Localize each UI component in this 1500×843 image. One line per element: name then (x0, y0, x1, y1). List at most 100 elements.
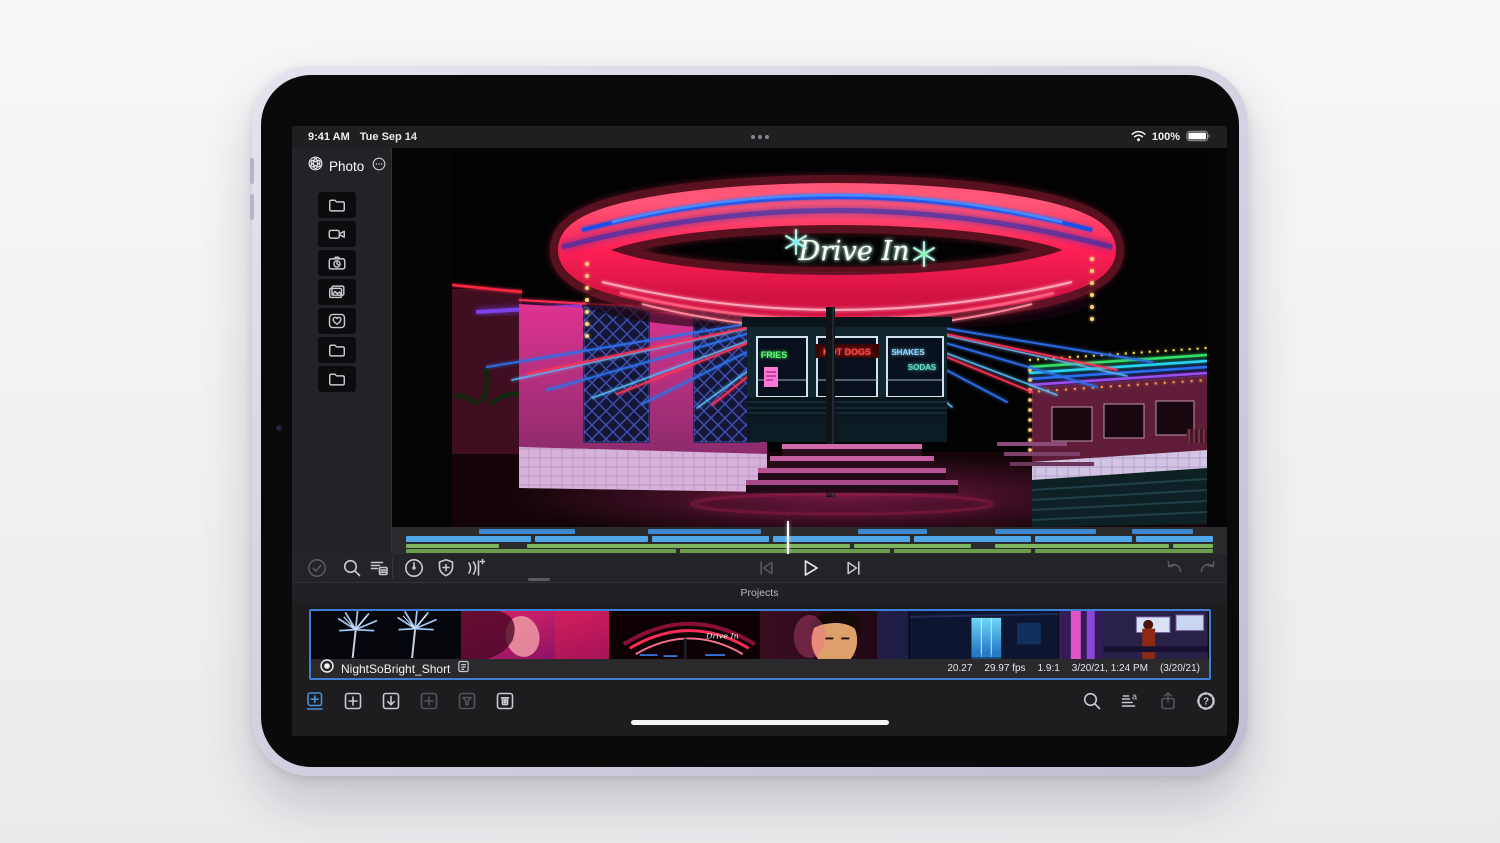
share-project-button[interactable] (1157, 690, 1179, 712)
timeline-clip-overlay-video[interactable] (995, 529, 1096, 534)
play-button[interactable] (799, 557, 821, 579)
status-date: Tue Sep 14 (359, 131, 418, 143)
library-title: Photo (329, 158, 365, 174)
add-to-timeline-button[interactable] (304, 690, 326, 712)
timeline-clip-main-video[interactable] (773, 536, 911, 542)
sidebar-item-all-photos-and[interactable] (307, 192, 391, 218)
albums-icon (318, 279, 356, 305)
battery-icon (1186, 130, 1211, 145)
ellipsis-circle-icon[interactable] (371, 156, 387, 177)
film-reel-icon (307, 155, 324, 177)
select-check-button[interactable] (306, 557, 328, 579)
sidebar-item-moments[interactable] (307, 250, 391, 276)
timeline-clip-audio-upper[interactable] (853, 544, 971, 548)
project-name: NightSoBright_Short (341, 661, 451, 676)
sidebar-item-albums[interactable] (307, 279, 391, 305)
timeline-clip-audio-upper[interactable] (1172, 544, 1213, 548)
sidebar-item-media-types[interactable] (307, 366, 391, 392)
project-thumbnail-blue-doorway[interactable] (909, 611, 1060, 659)
timeline-clip-audio-upper[interactable] (406, 544, 499, 548)
sidebar-item-favorites[interactable] (307, 308, 391, 334)
wifi-icon (1131, 130, 1146, 145)
timeline-clip-audio-lower[interactable] (680, 549, 891, 553)
help-settings-button[interactable]: ? (1195, 690, 1217, 712)
svg-text:Drive In: Drive In (705, 631, 739, 640)
project-thumbnail-portrait-closeup[interactable] (760, 611, 910, 659)
folder-icon (318, 366, 356, 392)
sort-library-button[interactable] (368, 557, 390, 579)
skip-forward-button[interactable] (843, 557, 865, 579)
import-project-button[interactable] (380, 690, 402, 712)
archive-project-button[interactable] (456, 690, 478, 712)
timeline-clip-audio-upper[interactable] (527, 544, 850, 548)
timeline-clip-main-video[interactable] (1136, 536, 1213, 542)
timeline-clip-audio-lower[interactable] (1035, 549, 1213, 553)
timeline-clip-overlay-video[interactable] (857, 529, 927, 534)
panel-resize-handle[interactable] (528, 578, 550, 581)
project-created-date: (3/20/21) (1159, 663, 1200, 674)
project-thumbnail-palm-trees[interactable] (311, 611, 461, 659)
home-indicator[interactable] (631, 720, 889, 725)
project-thumbnail-night-counter[interactable] (1059, 611, 1209, 659)
front-camera (276, 425, 283, 432)
undo-button[interactable] (1164, 557, 1186, 579)
timeline-strip[interactable] (392, 521, 1227, 554)
project-filmstrip: Drive In (311, 611, 1209, 659)
camera-icon (318, 250, 356, 276)
selected-project-cell[interactable]: Drive In NightSoBright_Short 20.27 29.97… (309, 609, 1211, 680)
timeline-clip-overlay-video[interactable] (1132, 529, 1193, 534)
clip-info-button[interactable] (403, 557, 425, 579)
search-library-button[interactable] (341, 557, 363, 579)
battery-percent: 100% (1151, 131, 1180, 143)
volume-up-button (250, 158, 254, 184)
toolbar-divider (392, 558, 393, 578)
video-camera-icon (318, 221, 356, 247)
radio-selected-icon[interactable] (320, 659, 334, 678)
library-sidebar: Photo (292, 148, 392, 554)
duplicate-project-button[interactable] (418, 690, 440, 712)
new-project-button[interactable] (342, 690, 364, 712)
audio-fade-add-button[interactable] (466, 557, 488, 579)
timeline-clip-overlay-video[interactable] (648, 529, 762, 534)
timeline-clip-audio-upper[interactable] (995, 544, 1169, 548)
timeline-clip-audio-lower[interactable] (894, 549, 1032, 553)
timeline-clip-main-video[interactable] (406, 536, 532, 542)
redo-button[interactable] (1196, 557, 1218, 579)
search-projects-button[interactable] (1081, 690, 1103, 712)
edit-toolbar (292, 554, 1227, 582)
project-modified-date: 3/20/21, 1:24 PM (1071, 663, 1148, 674)
projects-header: Projects (292, 582, 1227, 602)
timeline-clip-main-video[interactable] (914, 536, 1032, 542)
status-time: 9:41 AM (308, 131, 350, 143)
timeline-clip-main-video[interactable] (652, 536, 770, 542)
preview-image-drive-in: Drive In Drive In FRIES HOT DOGS SHAKES … (451, 152, 1208, 539)
project-fps: 29.97 fps (984, 663, 1026, 674)
project-title-row: NightSoBright_Short 20.27 29.97 fps 1.9:… (311, 659, 1209, 678)
multitask-dots-icon[interactable] (750, 135, 769, 139)
timeline-track-area[interactable] (406, 521, 1213, 554)
playhead[interactable] (786, 521, 789, 554)
timeline-clip-main-video[interactable] (535, 536, 649, 542)
sidebar-item-recently-added[interactable] (307, 337, 391, 363)
shield-plus-button[interactable] (435, 557, 457, 579)
skip-back-button[interactable] (755, 557, 777, 579)
sort-projects-button[interactable]: a (1119, 690, 1141, 712)
project-thumbnail-neon-drive-in[interactable]: Drive In (610, 611, 761, 659)
projects-toolbar: a? (292, 687, 1227, 717)
timeline-clip-main-video[interactable] (1035, 536, 1133, 542)
neon-marquee-text: Drive In (797, 236, 909, 267)
folder-icon (318, 192, 356, 218)
timeline-clip-audio-lower[interactable] (406, 549, 677, 553)
ipad-screen: 9:41 AM Tue Sep 14 100% Photo Drive In D… (292, 126, 1227, 736)
timeline-clip-overlay-video[interactable] (478, 529, 576, 534)
booth-sign-shakes: SHAKES (891, 348, 925, 357)
booth-sign-sodas: SODAS (908, 363, 937, 372)
folder-icon (318, 337, 356, 363)
sidebar-item-videos[interactable] (307, 221, 391, 247)
delete-project-button[interactable] (494, 690, 516, 712)
page-background: 9:41 AM Tue Sep 14 100% Photo Drive In D… (0, 0, 1500, 843)
project-thumbnail-portrait-magenta[interactable] (460, 611, 611, 659)
project-duration: 20.27 (947, 663, 973, 674)
note-icon[interactable] (457, 660, 470, 678)
projects-header-label: Projects (740, 586, 779, 599)
